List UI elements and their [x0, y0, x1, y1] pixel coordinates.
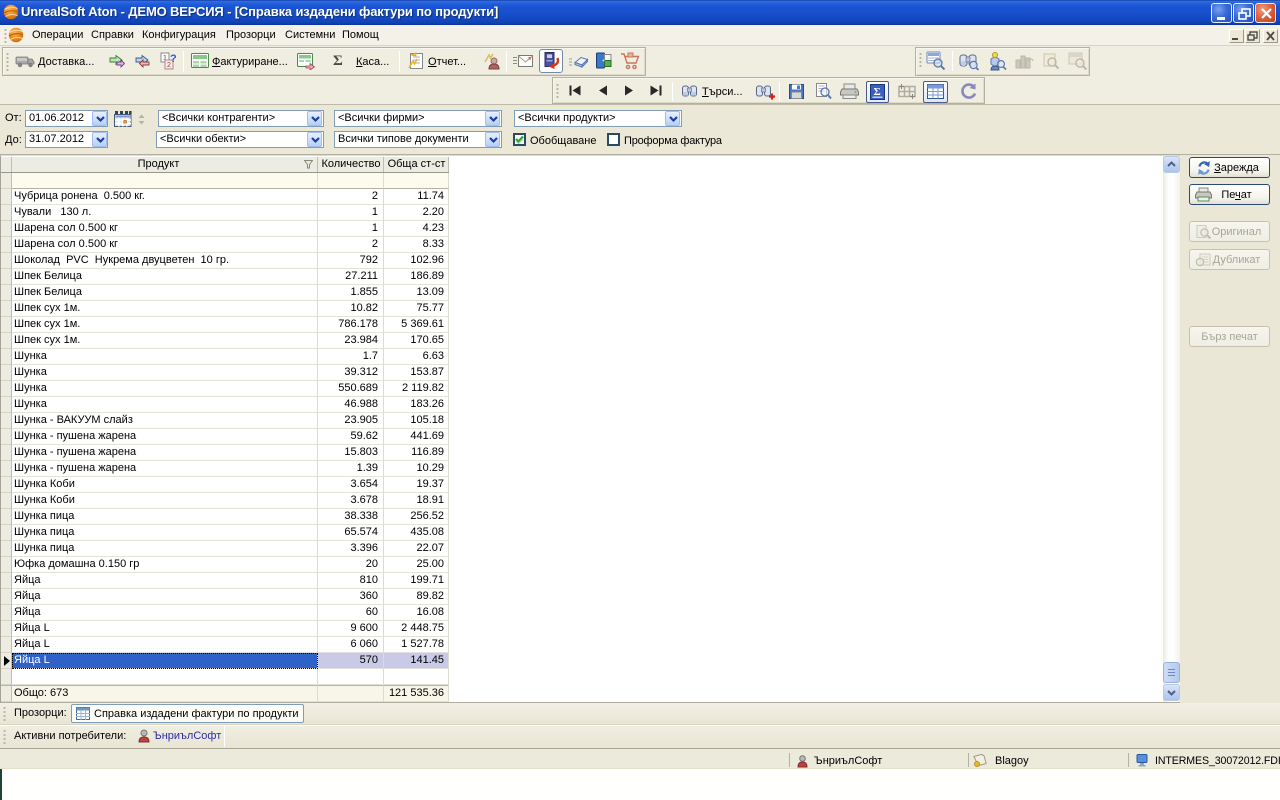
- svg-text:Σ: Σ: [874, 86, 881, 98]
- svg-text:?: ?: [170, 53, 177, 65]
